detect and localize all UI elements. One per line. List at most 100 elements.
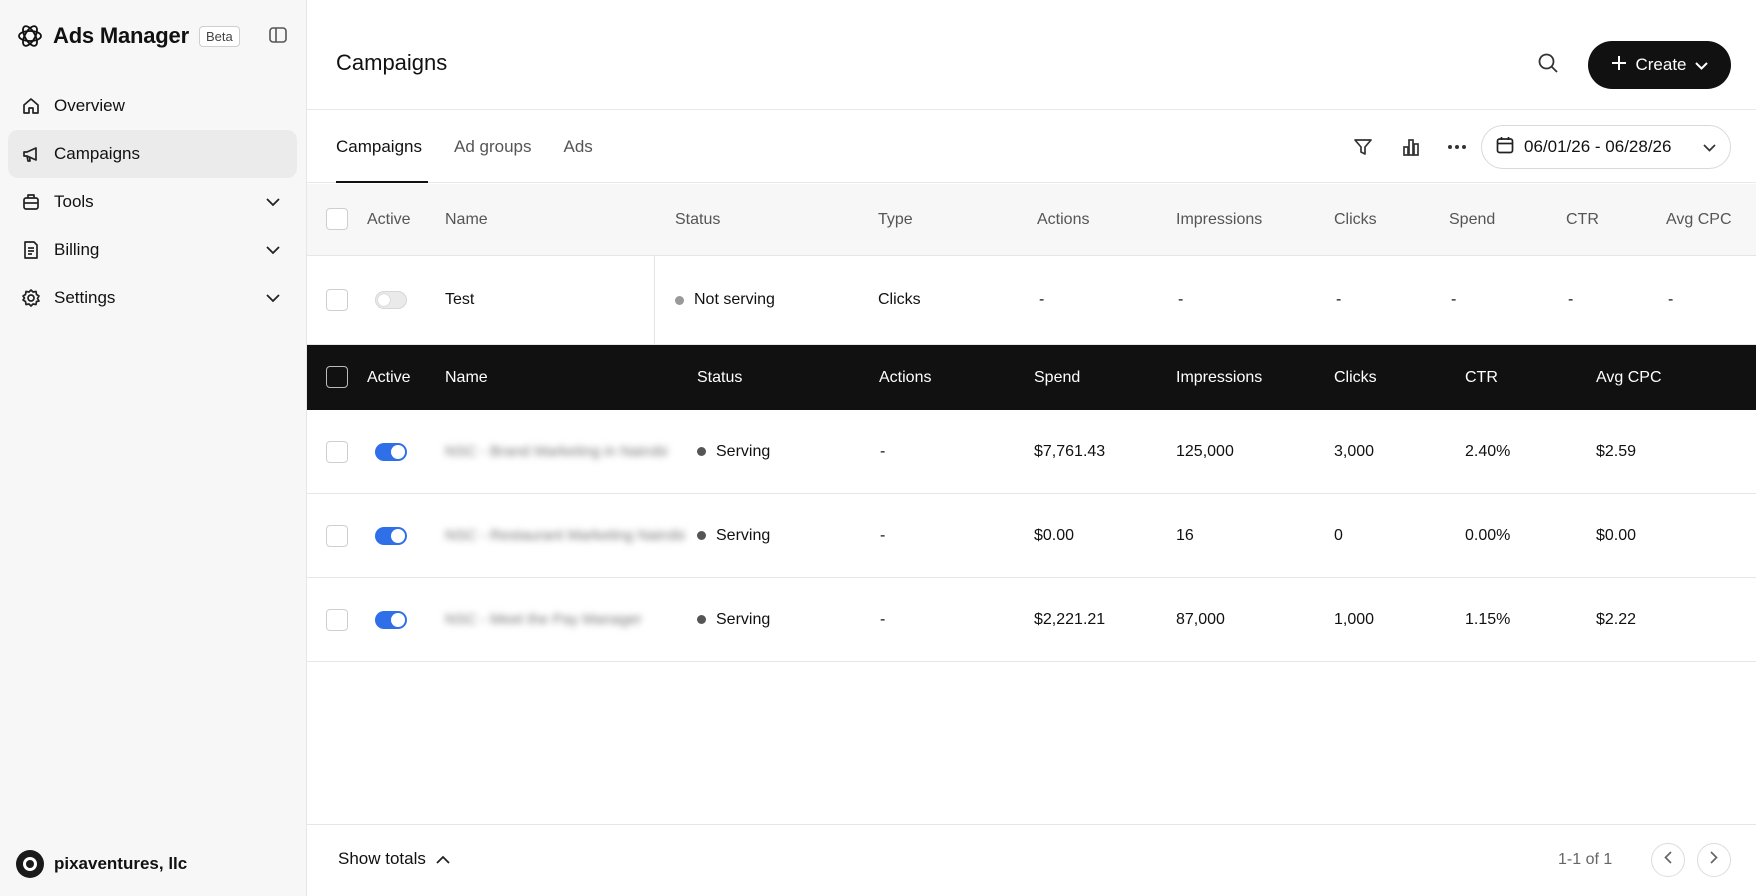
sidebar-item-label: Settings (54, 288, 116, 307)
active-toggle[interactable] (375, 527, 407, 545)
status-dot (697, 531, 706, 540)
cell-clicks: 1,000 (1334, 610, 1375, 628)
column-header-active[interactable]: Active (367, 369, 411, 387)
column-header-status[interactable]: Status (697, 369, 742, 387)
column-header-type[interactable]: Type (878, 211, 913, 229)
status-label: Not serving (694, 291, 775, 308)
brand: Ads Manager Beta (17, 20, 240, 52)
table-row[interactable]: Test Not serving Clicks - - - - - - (307, 256, 1756, 345)
cell-clicks: 0 (1334, 526, 1343, 544)
sidebar-item-tools[interactable]: Tools (8, 178, 297, 226)
cell-impressions: 16 (1176, 526, 1194, 544)
column-header-ctr[interactable]: CTR (1465, 369, 1498, 387)
search-icon[interactable] (1535, 50, 1561, 76)
cell-actions: - (880, 526, 886, 544)
cell-actions: - (880, 442, 886, 460)
column-header-name[interactable]: Name (445, 211, 488, 229)
row-checkbox[interactable] (326, 525, 348, 547)
active-toggle[interactable] (375, 611, 407, 629)
openai-logo-icon (17, 23, 43, 49)
column-header-spend[interactable]: Spend (1034, 369, 1080, 387)
cell-ctr: 2.40% (1465, 442, 1511, 460)
table-footer: Show totals 1-1 of 1 (307, 824, 1756, 896)
gear-icon (20, 287, 42, 309)
app-root: Ads Manager Beta Overview Campaigns Tool… (0, 0, 1756, 896)
toolbox-icon (20, 191, 42, 213)
column-header-actions[interactable]: Actions (879, 369, 931, 387)
app-name: Ads Manager (53, 23, 189, 48)
column-header-avg-cpc[interactable]: Avg CPC (1666, 211, 1732, 229)
calendar-icon (1496, 136, 1514, 159)
receipt-icon (20, 239, 42, 261)
column-header-impressions[interactable]: Impressions (1176, 211, 1262, 229)
previous-page-button[interactable] (1651, 843, 1685, 877)
status-label: Serving (716, 610, 771, 628)
tab-ad-groups[interactable]: Ad groups (454, 110, 532, 183)
select-all-checkbox[interactable] (326, 208, 348, 230)
cell-impressions: 125,000 (1176, 442, 1234, 460)
chevron-down-icon (1694, 55, 1708, 75)
select-all-checkbox[interactable] (326, 366, 348, 388)
campaign-name[interactable]: Test (445, 291, 474, 309)
column-header-ctr[interactable]: CTR (1566, 211, 1599, 229)
tab-campaigns[interactable]: Campaigns (336, 110, 428, 183)
date-range-picker[interactable]: 06/01/26 - 06/28/26 (1481, 125, 1731, 169)
campaign-name[interactable]: NSC - Brand Marketing in Nairobi (445, 443, 668, 460)
column-header-clicks[interactable]: Clicks (1334, 369, 1377, 387)
sidebar-item-label: Overview (54, 96, 125, 115)
megaphone-icon (20, 143, 42, 165)
sidebar-item-billing[interactable]: Billing (8, 226, 297, 274)
cell-actions: - (880, 610, 886, 628)
row-checkbox[interactable] (326, 441, 348, 463)
row-checkbox[interactable] (326, 289, 348, 311)
status-label: Serving (716, 442, 771, 460)
chevron-down-icon (1703, 137, 1716, 157)
column-header-name[interactable]: Name (445, 369, 488, 387)
active-toggle[interactable] (375, 291, 407, 309)
sidebar-item-overview[interactable]: Overview (8, 82, 297, 130)
sidebar-item-settings[interactable]: Settings (8, 274, 297, 322)
table-header: Active Name Status Type Actions Impressi… (307, 184, 1756, 256)
row-checkbox[interactable] (326, 609, 348, 631)
status-dot (697, 615, 706, 624)
status-badge: Serving (697, 443, 770, 461)
cell-actions: - (1039, 291, 1045, 308)
campaign-name[interactable]: NSC - Meet the Pay Manager (445, 611, 642, 628)
sidebar-toggle-icon[interactable] (267, 24, 289, 46)
chevron-right-icon (1710, 851, 1718, 869)
column-header-avg-cpc[interactable]: Avg CPC (1596, 369, 1662, 387)
column-header-active[interactable]: Active (367, 211, 411, 229)
bar-chart-icon[interactable] (1398, 134, 1424, 160)
cell-spend: $0.00 (1034, 526, 1075, 544)
page-header: Campaigns Create (307, 0, 1756, 110)
next-page-button[interactable] (1697, 843, 1731, 877)
cell-impressions: 87,000 (1176, 610, 1225, 628)
page-title: Campaigns (336, 50, 448, 75)
sidebar: Ads Manager Beta Overview Campaigns Tool… (0, 0, 307, 896)
campaign-name[interactable]: NSC - Restaurant Marketing Nairobi (445, 527, 685, 544)
campaigns-table: Active Name Status Type Actions Impressi… (307, 184, 1756, 662)
sidebar-item-label: Campaigns (54, 144, 140, 163)
table-row[interactable]: NSC - Brand Marketing in Nairobi Serving… (307, 410, 1756, 494)
chevron-left-icon (1664, 851, 1672, 869)
column-header-spend[interactable]: Spend (1449, 211, 1495, 229)
create-button[interactable]: Create (1588, 41, 1731, 89)
account-switcher[interactable]: pixaventures, llc (16, 850, 187, 878)
table-row[interactable]: NSC - Restaurant Marketing Nairobi Servi… (307, 494, 1756, 578)
active-toggle[interactable] (375, 443, 407, 461)
cell-spend: - (1451, 291, 1457, 308)
sidebar-item-campaigns[interactable]: Campaigns (8, 130, 297, 178)
column-header-actions[interactable]: Actions (1037, 211, 1089, 229)
tab-ads[interactable]: Ads (564, 110, 593, 183)
create-button-label: Create (1635, 55, 1687, 74)
column-header-impressions[interactable]: Impressions (1176, 369, 1262, 387)
more-icon[interactable] (1444, 134, 1470, 160)
table-row[interactable]: NSC - Meet the Pay Manager Serving - $2,… (307, 578, 1756, 662)
filter-icon[interactable] (1350, 134, 1376, 160)
column-header-clicks[interactable]: Clicks (1334, 211, 1377, 229)
cell-type: Clicks (878, 291, 921, 308)
status-badge: Not serving (675, 291, 775, 309)
avatar (16, 850, 44, 878)
show-totals-button[interactable]: Show totals (338, 849, 450, 869)
column-header-status[interactable]: Status (675, 211, 720, 229)
